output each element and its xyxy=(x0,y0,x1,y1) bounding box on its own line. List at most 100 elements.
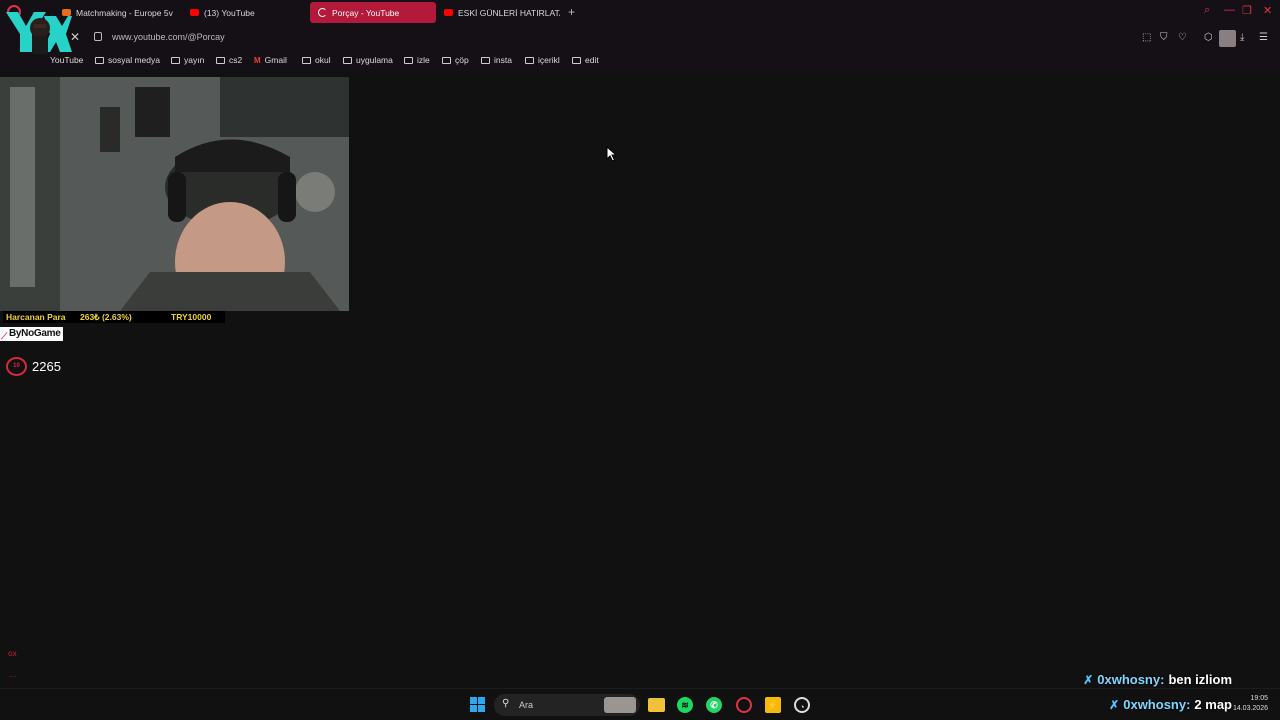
spending-label: Harcanan Para xyxy=(6,312,66,322)
tab-youtube-home[interactable]: (13) YouTube xyxy=(182,2,302,23)
bookmarks-bar: YouTube sosyal medya yayın cs2 M Gmail ok… xyxy=(0,51,1280,70)
streamer-logo xyxy=(6,12,72,54)
youtube-favicon-icon xyxy=(444,9,453,16)
address-bar: ✕ www.youtube.com/@Porcay ⬚ ⛉ ♡ ⬡ xyxy=(0,25,1280,51)
sponsor-logo: ⟋ ByNoGame xyxy=(0,327,63,341)
windows-start-icon[interactable] xyxy=(470,697,485,712)
extensions-icon[interactable]: ⬡ xyxy=(1204,32,1213,43)
lock-icon[interactable] xyxy=(94,32,102,41)
bookmark-youtube[interactable]: YouTube xyxy=(50,55,83,65)
folder-icon xyxy=(302,56,311,64)
opera-gx-taskbar-icon[interactable] xyxy=(736,697,752,713)
tab-title: (13) YouTube xyxy=(204,7,255,18)
bookmark-label: yayın xyxy=(184,55,205,65)
search-highlight-thumb xyxy=(604,697,636,713)
bookmark-label: izle xyxy=(417,55,430,65)
whatsapp-icon[interactable]: ✆ xyxy=(706,697,722,713)
folder-icon xyxy=(442,56,451,64)
elo-value: 2265 xyxy=(32,359,61,374)
url-field[interactable]: www.youtube.com/@Porcay xyxy=(112,32,225,42)
bookmark-folder-insta[interactable]: insta xyxy=(481,55,512,65)
search-icon: ⚲ xyxy=(502,698,510,709)
file-explorer-icon[interactable] xyxy=(648,698,665,712)
tab-bar: Matchmaking - Europe 5v (13) YouTube Por… xyxy=(0,0,1280,25)
tab-porcay-active[interactable]: Porçay - YouTube xyxy=(310,2,436,23)
bookmark-label: okul xyxy=(315,55,331,65)
tab-title: Porçay - YouTube xyxy=(332,7,400,18)
snapshot-icon[interactable]: ⬚ xyxy=(1142,32,1151,43)
mouse-cursor-icon xyxy=(606,146,618,162)
tab-title: ESKİ GÜNLERİ HATIRLATAN xyxy=(458,7,560,18)
loading-spinner-icon xyxy=(318,8,327,17)
folder-icon xyxy=(171,56,180,64)
taskbar-search[interactable]: ⚲ Ara xyxy=(494,694,640,716)
bookmark-label: Gmail xyxy=(264,55,287,65)
faceit-level-badge: 10 xyxy=(6,357,27,376)
search-placeholder: Ara xyxy=(519,700,534,710)
bookmark-folder-cs2[interactable]: cs2 xyxy=(216,55,242,65)
bookmark-folder-edit[interactable]: edit xyxy=(572,55,599,65)
spending-value: 263₺ (2.63%) xyxy=(80,312,132,322)
folder-icon xyxy=(95,56,104,64)
bookmark-label: cs2 xyxy=(229,55,243,65)
screen: Matchmaking - Europe 5v (13) YouTube Por… xyxy=(0,0,1280,720)
webcam-feed xyxy=(0,77,349,311)
bookmark-folder-okul[interactable]: okul xyxy=(302,55,331,65)
chat-text: ben izliom xyxy=(1168,672,1232,687)
bookmark-label: YouTube xyxy=(50,55,84,65)
chat-username: 0xwhosny: xyxy=(1097,672,1165,687)
bookmark-folder-sosyal-medya[interactable]: sosyal medya xyxy=(95,55,160,65)
folder-icon xyxy=(572,56,581,64)
bookmark-label: içerikl xyxy=(538,55,560,65)
sword-icon: ✗ xyxy=(1083,672,1094,687)
spotify-icon[interactable]: ≋ xyxy=(677,697,693,713)
steam-taskbar-icon[interactable]: ◔ xyxy=(794,697,810,713)
gmail-icon: M xyxy=(254,55,261,65)
bookmark-label: uygulama xyxy=(356,55,393,65)
app-taskbar-icon[interactable]: ⚡ xyxy=(765,697,781,713)
clock-date: 14.03.2026 xyxy=(1232,705,1268,712)
bookmark-folder-yayin[interactable]: yayın xyxy=(171,55,204,65)
folder-icon xyxy=(525,56,534,64)
folder-icon xyxy=(216,56,225,64)
bookmark-label: sosyal medya xyxy=(108,55,160,65)
bookmark-folder-uygulama[interactable]: uygulama xyxy=(343,55,393,65)
sponsor-mark-icon: ⟋ xyxy=(1,331,8,341)
chat-message: ✗ 0xwhosny: 2 map xyxy=(1109,697,1232,712)
sponsor-name: ByNoGame xyxy=(9,328,61,339)
tab-title: Matchmaking - Europe 5v xyxy=(76,7,173,18)
heart-icon[interactable]: ♡ xyxy=(1178,32,1187,43)
adblock-shield-icon[interactable]: ⛉ xyxy=(1160,32,1168,43)
bookmark-gmail[interactable]: M Gmail xyxy=(254,55,287,65)
bookmark-label: insta xyxy=(494,55,512,65)
system-clock[interactable]: 19:05 14.03.2026 xyxy=(1233,694,1268,714)
sword-icon: ✗ xyxy=(1109,697,1120,712)
new-tab-button[interactable]: + xyxy=(568,5,575,19)
sidebar-gx-icon[interactable]: GX xyxy=(8,652,17,658)
spending-tracker-bar: Harcanan Para 263₺ (2.63%) TRY10000 xyxy=(3,311,225,323)
folder-icon xyxy=(481,56,490,64)
bookmark-label: edit xyxy=(585,55,599,65)
chat-message: ✗ 0xwhosny: ben izliom xyxy=(1083,672,1232,687)
folder-icon xyxy=(404,56,413,64)
youtube-favicon-icon xyxy=(190,9,199,16)
folder-icon xyxy=(343,56,352,64)
sidebar-more-icon[interactable]: ··· xyxy=(9,672,17,681)
spending-total: TRY10000 xyxy=(171,312,212,322)
search-tabs-icon[interactable]: ⌕ xyxy=(1204,4,1210,17)
chat-username: 0xwhosny: xyxy=(1123,697,1191,712)
bookmark-folder-izle[interactable]: izle xyxy=(404,55,430,65)
tab-eski-gunleri[interactable]: ESKİ GÜNLERİ HATIRLATAN xyxy=(436,2,560,23)
bookmark-folder-cop[interactable]: çöp xyxy=(442,55,469,65)
bookmark-folder-icerikl[interactable]: içerikl xyxy=(525,55,560,65)
profile-avatar[interactable] xyxy=(1219,30,1236,47)
close-icon[interactable]: ✕ xyxy=(1263,4,1272,17)
taskbar: ⚲ Ara ≋ ✆ ⚡ ◔ xyxy=(0,688,1280,720)
bookmark-label: çöp xyxy=(455,55,469,65)
minimize-icon[interactable]: — xyxy=(1224,4,1235,16)
download-icon[interactable]: ⤓ xyxy=(1240,32,1244,43)
easy-setup-icon[interactable]: ☰ xyxy=(1259,32,1268,43)
tab-matchmaking[interactable]: Matchmaking - Europe 5v xyxy=(54,2,178,23)
maximize-icon[interactable]: ❐ xyxy=(1242,4,1252,17)
chat-text: 2 map xyxy=(1194,697,1232,712)
